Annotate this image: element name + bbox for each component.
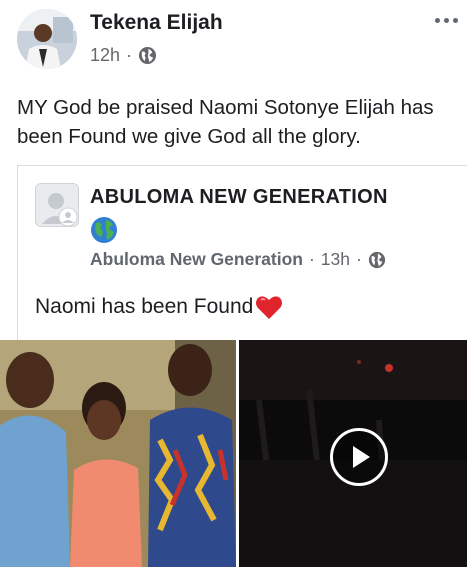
author-avatar[interactable] bbox=[17, 9, 77, 69]
shared-post-text-row: Naomi has been Found bbox=[35, 294, 283, 320]
red-heart-icon bbox=[256, 296, 283, 319]
author-avatar-image bbox=[17, 9, 77, 69]
post-header: Tekena Elijah 12h · bbox=[0, 0, 467, 80]
globe-icon[interactable] bbox=[368, 251, 386, 269]
more-options-icon[interactable] bbox=[431, 10, 461, 30]
group-photo[interactable] bbox=[0, 340, 236, 567]
shared-post-meta: Abuloma New Generation · 13h · bbox=[90, 249, 386, 270]
globe-emoji-icon bbox=[91, 217, 117, 243]
more-dot bbox=[434, 17, 440, 23]
meta-separator: · bbox=[355, 249, 362, 269]
play-icon bbox=[353, 446, 370, 468]
page-subtitle[interactable]: Abuloma New Generation bbox=[90, 249, 303, 270]
author-name[interactable]: Tekena Elijah bbox=[90, 11, 223, 35]
meta-separator: · bbox=[308, 249, 315, 269]
play-button[interactable] bbox=[330, 428, 388, 486]
page-name[interactable]: ABULOMA NEW GENERATION bbox=[90, 186, 388, 209]
default-avatar-icon bbox=[36, 184, 78, 226]
meta-separator: · bbox=[126, 45, 133, 65]
post-meta: 12h · bbox=[90, 45, 157, 66]
more-dot bbox=[443, 17, 449, 23]
shared-post[interactable]: ABULOMA NEW GENERATION Abuloma New Gener… bbox=[17, 165, 467, 345]
globe-icon[interactable] bbox=[138, 46, 157, 65]
video-thumbnail[interactable] bbox=[239, 340, 467, 567]
post-time[interactable]: 12h bbox=[90, 45, 120, 66]
more-dot bbox=[452, 17, 458, 23]
page-avatar[interactable] bbox=[35, 183, 79, 227]
shared-post-text: Naomi has been Found bbox=[35, 295, 254, 318]
photo-image bbox=[0, 340, 236, 567]
post-text: MY God be praised Naomi Sotonye Elijah h… bbox=[17, 96, 434, 148]
shared-post-time[interactable]: 13h bbox=[321, 249, 350, 270]
media-grid bbox=[0, 340, 467, 567]
